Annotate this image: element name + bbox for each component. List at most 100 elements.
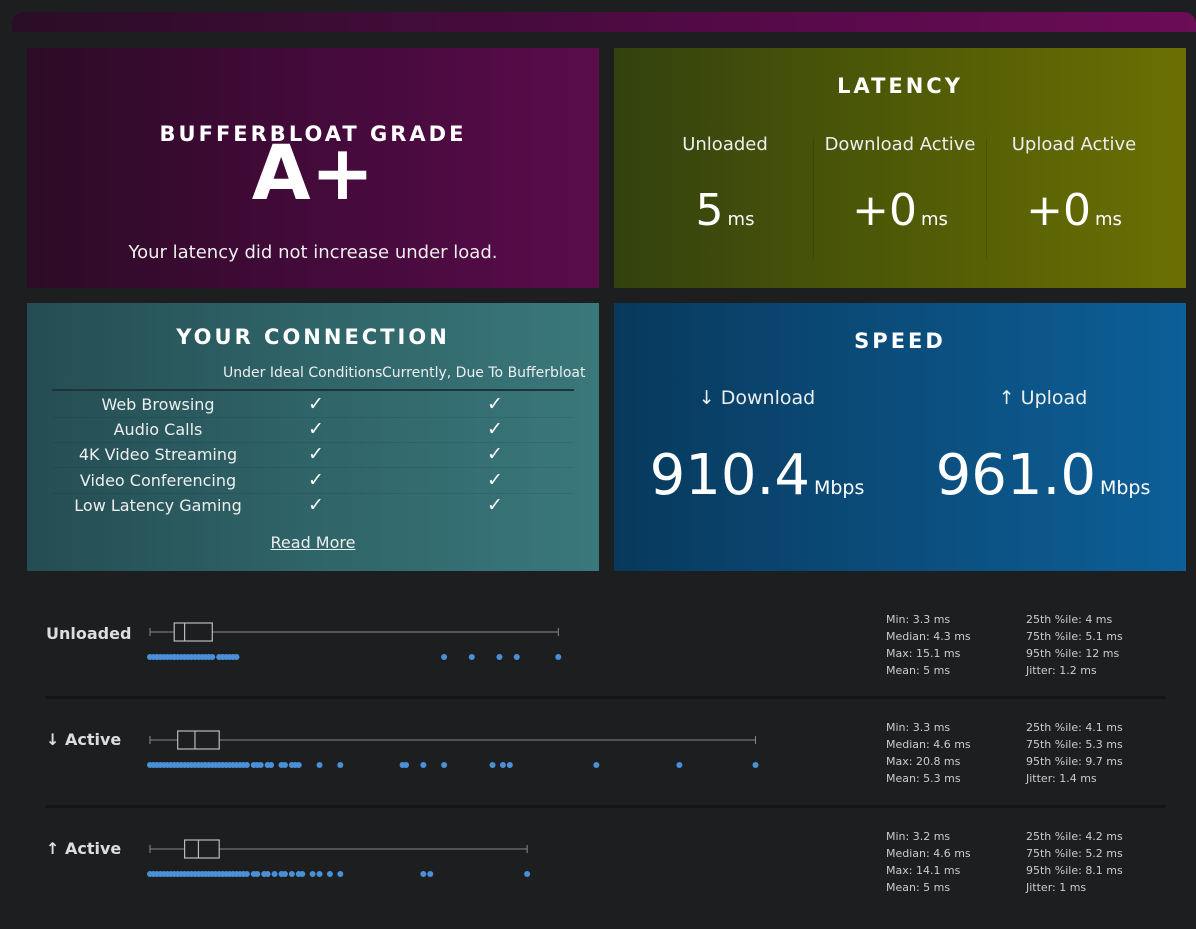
latency-sample-point bbox=[524, 871, 531, 877]
stat-p25: 25th %ile: 4.1 ms bbox=[1026, 721, 1123, 734]
stat-jitter: Jitter: 1.4 ms bbox=[1026, 772, 1097, 785]
table-row: Audio Calls ✓ ✓ bbox=[52, 417, 574, 443]
stat-jitter: Jitter: 1 ms bbox=[1026, 881, 1087, 894]
header-ideal: Under Ideal Conditions bbox=[223, 365, 383, 381]
boxplot-unloaded bbox=[147, 622, 562, 660]
latency-sample-point bbox=[316, 762, 323, 768]
speed-card: SPEED ↓ Download 910.4 Mbps ↑ Upload 961.… bbox=[614, 303, 1186, 571]
latency-value: 5 bbox=[695, 185, 724, 236]
download-value: 910.4 bbox=[649, 443, 810, 508]
stat-p95: 95th %ile: 8.1 ms bbox=[1026, 864, 1123, 877]
latency-sample-point bbox=[496, 654, 503, 660]
stats-column-right: 25th %ile: 4.1 ms 75th %ile: 5.3 ms 95th… bbox=[1026, 719, 1123, 787]
latency-card: LATENCY Unloaded 5 ms Download Active +0 m… bbox=[614, 48, 1186, 288]
latency-sample-point bbox=[513, 654, 520, 660]
check-icon: ✓ bbox=[308, 393, 324, 415]
table-row: Video Conferencing ✓ ✓ bbox=[52, 468, 574, 494]
latency-label: Unloaded bbox=[682, 134, 768, 155]
stat-p75: 75th %ile: 5.1 ms bbox=[1026, 630, 1123, 643]
download-speed: ↓ Download 910.4 Mbps bbox=[614, 387, 900, 508]
stat-max: Max: 14.1 ms bbox=[886, 864, 961, 877]
stat-median: Median: 4.6 ms bbox=[886, 847, 971, 860]
divider bbox=[986, 138, 987, 258]
boxplot-upload-active bbox=[147, 839, 531, 877]
upload-label: ↑ Upload bbox=[998, 387, 1088, 409]
download-label: ↓ Download bbox=[698, 387, 816, 409]
stat-min: Min: 3.3 ms bbox=[886, 613, 951, 626]
latency-sample-point bbox=[299, 871, 306, 877]
latency-sample-point bbox=[268, 762, 275, 768]
latency-unloaded: Unloaded 5 ms bbox=[639, 134, 811, 264]
latency-sample-point bbox=[676, 762, 683, 768]
upload-unit: Mbps bbox=[1099, 477, 1151, 499]
task-label: 4K Video Streaming bbox=[78, 445, 238, 464]
stat-p25: 25th %ile: 4 ms bbox=[1026, 613, 1113, 626]
latency-sample-point bbox=[468, 654, 475, 660]
check-icon: ✓ bbox=[487, 469, 503, 491]
stat-min: Min: 3.2 ms bbox=[886, 830, 951, 843]
stat-p95: 95th %ile: 12 ms bbox=[1026, 647, 1120, 660]
latency-unit: ms bbox=[727, 209, 755, 230]
download-unit: Mbps bbox=[813, 477, 865, 499]
boxplot-download-active bbox=[147, 730, 759, 768]
stat-median: Median: 4.3 ms bbox=[886, 630, 971, 643]
latency-sample-point bbox=[326, 871, 333, 877]
upload-value: 961.0 bbox=[935, 443, 1096, 508]
bufferbloat-grade-card: BUFFERBLOAT GRADE A+ Your latency did no… bbox=[27, 48, 599, 288]
latency-sample-point bbox=[233, 654, 240, 660]
latency-unit: ms bbox=[1094, 209, 1122, 230]
latency-sample-point bbox=[295, 762, 302, 768]
latency-label: Upload Active bbox=[1011, 134, 1137, 155]
your-connection-card: YOUR CONNECTION Under Ideal Conditions C… bbox=[27, 303, 599, 571]
latency-sample-point bbox=[555, 654, 562, 660]
latency-sample-point bbox=[427, 871, 434, 877]
stat-p95: 95th %ile: 9.7 ms bbox=[1026, 755, 1123, 768]
iqr-box bbox=[173, 622, 213, 642]
grade-value: A+ bbox=[251, 128, 375, 217]
header-current: Currently, Due To Bufferbloat bbox=[382, 365, 586, 381]
stat-p75: 75th %ile: 5.3 ms bbox=[1026, 738, 1123, 751]
read-more-link[interactable]: Read More bbox=[27, 533, 599, 552]
latency-sample-point bbox=[257, 762, 264, 768]
stat-p75: 75th %ile: 5.2 ms bbox=[1026, 847, 1123, 860]
table-row: 4K Video Streaming ✓ ✓ bbox=[52, 442, 574, 468]
task-label: Web Browsing bbox=[101, 395, 215, 414]
table-row: Web Browsing ✓ ✓ bbox=[52, 392, 574, 418]
latency-sample-point bbox=[506, 762, 513, 768]
stats-column-right: 25th %ile: 4.2 ms 75th %ile: 5.2 ms 95th… bbox=[1026, 828, 1123, 896]
stat-jitter: Jitter: 1.2 ms bbox=[1026, 664, 1097, 677]
check-icon: ✓ bbox=[487, 494, 503, 516]
latency-sample-point bbox=[403, 762, 410, 768]
latency-stats-upload-active: ↑ Active Min: 3.2 ms Median: 4.6 ms Max:… bbox=[46, 806, 1166, 914]
latency-unit: ms bbox=[920, 209, 948, 230]
latency-download-active: Download Active +0 ms bbox=[814, 134, 986, 264]
latency-title: LATENCY bbox=[837, 74, 963, 98]
stat-median: Median: 4.6 ms bbox=[886, 738, 971, 751]
check-icon: ✓ bbox=[487, 393, 503, 415]
latency-sample-point bbox=[281, 762, 288, 768]
stat-mean: Mean: 5 ms bbox=[886, 664, 951, 677]
latency-sample-point bbox=[499, 762, 506, 768]
task-label: Low Latency Gaming bbox=[74, 496, 242, 515]
latency-sample-point bbox=[420, 762, 427, 768]
stats-column-right: 25th %ile: 4 ms 75th %ile: 5.1 ms 95th %… bbox=[1026, 611, 1123, 679]
check-icon: ✓ bbox=[308, 469, 324, 491]
stats-column-left: Min: 3.3 ms Median: 4.3 ms Max: 15.1 ms … bbox=[886, 611, 971, 679]
iqr-box bbox=[177, 730, 220, 750]
latency-sample-point bbox=[264, 871, 271, 877]
speed-title: SPEED bbox=[854, 329, 946, 353]
latency-sample-point bbox=[489, 762, 496, 768]
task-label: Video Conferencing bbox=[79, 471, 237, 490]
task-label: Audio Calls bbox=[113, 420, 203, 439]
latency-sample-point bbox=[593, 762, 600, 768]
stat-mean: Mean: 5.3 ms bbox=[886, 772, 961, 785]
stats-column-left: Min: 3.3 ms Median: 4.6 ms Max: 20.8 ms … bbox=[886, 719, 971, 787]
latency-stats-download-active: ↓ Active Min: 3.3 ms Median: 4.6 ms Max:… bbox=[46, 697, 1166, 808]
latency-upload-active: Upload Active +0 ms bbox=[988, 134, 1160, 264]
check-icon: ✓ bbox=[308, 418, 324, 440]
latency-value: +0 bbox=[1026, 185, 1091, 236]
latency-sample-point bbox=[420, 871, 427, 877]
latency-sample-point bbox=[281, 871, 288, 877]
latency-sample-point bbox=[441, 654, 448, 660]
latency-sample-point bbox=[752, 762, 759, 768]
